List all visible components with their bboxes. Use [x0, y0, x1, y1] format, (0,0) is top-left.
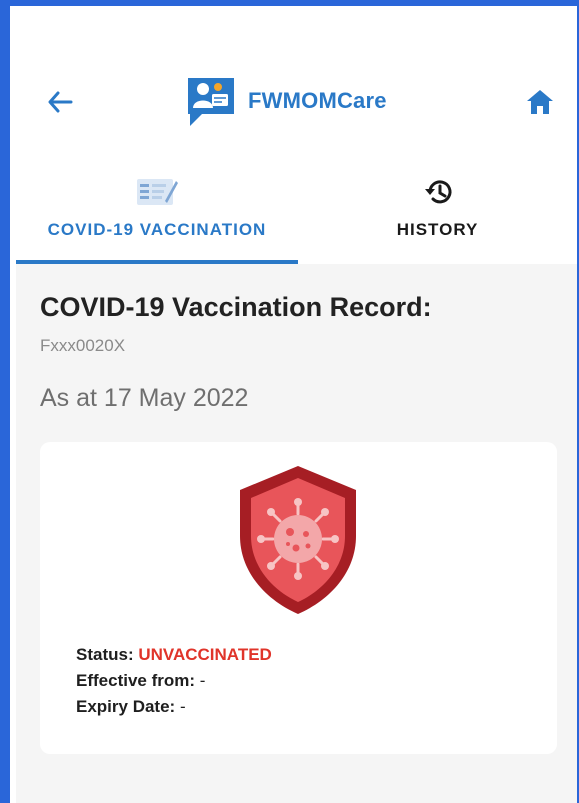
status-details: Status: UNVACCINATED Effective from: - E… — [76, 642, 272, 720]
tab-history-icon-wrap — [421, 174, 455, 210]
tab-bar: COVID-19 VACCINATION HISTORY — [16, 156, 577, 264]
fwmomcare-logo-icon — [188, 78, 234, 126]
record-id: Fxxx0020X — [40, 336, 126, 355]
as-at-date: As at 17 May 2022 — [40, 384, 249, 412]
status-card: Status: UNVACCINATED Effective from: - E… — [40, 442, 557, 754]
effective-from-value: - — [199, 671, 206, 690]
vaccination-content: COVID-19 Vaccination Record: Fxxx0020X A… — [16, 264, 577, 803]
record-title: COVID-19 Vaccination Record: — [40, 292, 432, 322]
app-header: FWMOMCare — [16, 6, 577, 156]
status-label: Status: — [76, 645, 139, 664]
virus-shield-icon — [240, 466, 356, 614]
tab-covid-vaccination-label: COVID-19 VACCINATION — [47, 220, 267, 239]
app-screen: FWMOMCare COVID-19 VACCINATION HISTORY C… — [16, 6, 577, 803]
arrow-left-icon — [48, 91, 73, 113]
back-button[interactable] — [40, 84, 80, 120]
tab-covid-vaccination-icon-wrap — [135, 174, 179, 210]
status-row: Status: UNVACCINATED — [76, 642, 272, 668]
expiry-date-value: - — [179, 697, 186, 716]
effective-from-row: Effective from: - — [76, 668, 272, 694]
tab-history[interactable]: HISTORY — [298, 156, 577, 264]
expiry-date-label: Expiry Date: — [76, 697, 180, 716]
expiry-date-row: Expiry Date: - — [76, 694, 272, 720]
vaccination-record-icon — [137, 179, 178, 205]
device-frame: FWMOMCare COVID-19 VACCINATION HISTORY C… — [0, 0, 579, 803]
app-name: FWMOMCare — [248, 88, 387, 113]
history-icon — [424, 180, 451, 204]
status-value: UNVACCINATED — [138, 645, 272, 664]
frame-border-left — [0, 0, 10, 803]
app-logo: FWMOMCare — [184, 74, 387, 128]
tab-history-label: HISTORY — [396, 220, 479, 239]
tab-covid-vaccination[interactable]: COVID-19 VACCINATION — [16, 156, 298, 264]
effective-from-label: Effective from: — [76, 671, 200, 690]
home-icon — [527, 90, 553, 114]
home-button[interactable] — [520, 84, 560, 120]
